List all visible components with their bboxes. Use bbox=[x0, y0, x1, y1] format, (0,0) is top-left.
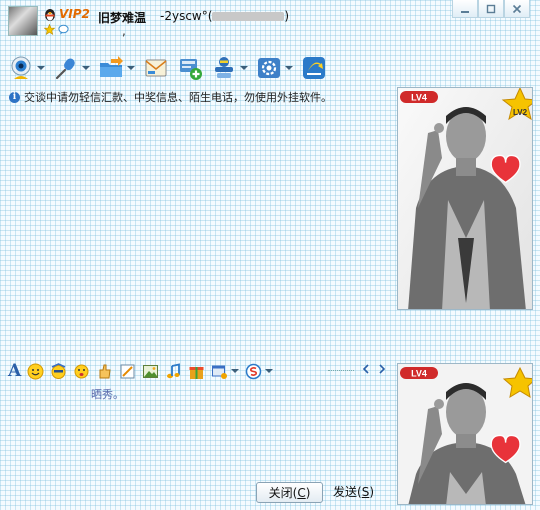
voice-call-button[interactable] bbox=[53, 55, 90, 81]
microphone-icon bbox=[55, 58, 75, 80]
minimize-icon bbox=[461, 10, 469, 13]
contact-avatar[interactable] bbox=[8, 6, 38, 36]
font-icon: A bbox=[8, 361, 22, 381]
add-icon bbox=[180, 59, 202, 80]
image-icon bbox=[143, 364, 159, 378]
app-center-dropdown[interactable] bbox=[240, 66, 248, 70]
video-call-button[interactable] bbox=[8, 55, 45, 81]
window-controls bbox=[452, 0, 530, 18]
security-notice-text: 交谈中请勿轻信汇款、中奖信息、陌生电话，勿使用外挂软件。 bbox=[24, 91, 332, 104]
contact-account: -2yscw°() bbox=[160, 9, 289, 23]
shake-face-icon bbox=[74, 364, 89, 378]
send-email-button[interactable] bbox=[143, 55, 169, 81]
send-file-button[interactable] bbox=[98, 55, 135, 81]
status-icons bbox=[43, 23, 69, 35]
security-notice: i 交谈中请勿轻信汇款、中奖信息、陌生电话，勿使用外挂软件。 bbox=[9, 89, 332, 105]
close-icon bbox=[512, 4, 522, 13]
bottom-left-level: LV4 bbox=[411, 369, 427, 379]
more-apps-dropdown[interactable] bbox=[231, 369, 240, 373]
gift-button[interactable] bbox=[188, 363, 205, 380]
send-shortcut: S bbox=[361, 485, 370, 499]
remote-assist-icon bbox=[303, 57, 325, 79]
search-dropdown[interactable] bbox=[265, 369, 274, 373]
more-apps-button[interactable] bbox=[211, 363, 240, 380]
music-note-icon bbox=[167, 362, 181, 378]
send-image-button[interactable] bbox=[142, 363, 159, 380]
message-input[interactable]: 晒秀。 bbox=[91, 386, 124, 402]
scissors-pen-icon bbox=[120, 364, 135, 378]
maximize-button[interactable] bbox=[478, 0, 504, 18]
folder-icon bbox=[100, 56, 123, 77]
self-show-photo[interactable]: LV4 bbox=[397, 363, 533, 505]
vip-badge: VIP2 bbox=[59, 7, 90, 21]
emoji-button[interactable] bbox=[27, 363, 44, 380]
toolbar-separator bbox=[328, 370, 354, 371]
vibrate-button[interactable] bbox=[73, 363, 90, 380]
minimize-button[interactable] bbox=[452, 0, 478, 18]
star-icon bbox=[43, 23, 56, 35]
sogou-search-icon bbox=[245, 363, 262, 379]
contact-portrait: LV4 LV2 bbox=[398, 88, 532, 309]
info-icon: i bbox=[9, 91, 20, 103]
input-toolbar: A bbox=[8, 360, 279, 382]
qq-penguin-icon bbox=[45, 9, 55, 21]
close-window-button[interactable] bbox=[504, 0, 530, 18]
webcam-icon bbox=[11, 56, 31, 79]
chevron-left-icon[interactable] bbox=[362, 362, 370, 376]
music-button[interactable] bbox=[165, 362, 182, 380]
account-suffix: ) bbox=[284, 9, 290, 23]
send-button[interactable]: 发送(S) bbox=[333, 483, 374, 500]
voice-message-button[interactable] bbox=[96, 363, 113, 380]
magic-face-icon bbox=[51, 362, 66, 379]
close-button-label: 关闭 bbox=[268, 486, 293, 500]
settings-button[interactable] bbox=[256, 55, 293, 81]
screenshot-button[interactable] bbox=[119, 363, 136, 380]
main-toolbar bbox=[8, 52, 335, 84]
top-left-level: LV4 bbox=[411, 93, 427, 103]
close-button[interactable]: 关闭(C) bbox=[256, 482, 323, 503]
app-center-button[interactable] bbox=[211, 55, 248, 81]
window-apps-icon bbox=[212, 365, 228, 379]
chevron-right-icon[interactable] bbox=[378, 362, 386, 376]
contact-signature: , bbox=[122, 24, 126, 38]
gear-icon bbox=[258, 58, 280, 78]
toolbar-scroll bbox=[362, 362, 386, 376]
maximize-icon bbox=[486, 4, 496, 13]
video-call-dropdown[interactable] bbox=[37, 66, 45, 70]
magic-emoji-button[interactable] bbox=[50, 362, 67, 380]
apps-icon bbox=[215, 57, 233, 78]
chat-bubble-icon[interactable] bbox=[58, 24, 69, 35]
message-history[interactable] bbox=[0, 104, 392, 354]
contact-show-photo[interactable]: LV4 LV2 bbox=[397, 87, 533, 310]
search-button[interactable] bbox=[245, 363, 274, 380]
settings-dropdown[interactable] bbox=[285, 66, 293, 70]
send-button-label: 发送 bbox=[333, 485, 358, 499]
remote-assist-button[interactable] bbox=[301, 55, 327, 81]
account-prefix: -2yscw°( bbox=[160, 9, 213, 23]
gift-icon bbox=[189, 366, 204, 379]
close-shortcut: C bbox=[297, 485, 306, 500]
email-icon bbox=[145, 59, 167, 77]
send-file-dropdown[interactable] bbox=[127, 66, 135, 70]
self-portrait: LV4 bbox=[398, 364, 532, 504]
font-button[interactable]: A bbox=[8, 361, 21, 381]
account-redaction bbox=[212, 12, 285, 21]
hand-icon bbox=[99, 364, 111, 378]
smiley-icon bbox=[27, 363, 44, 379]
create-group-button[interactable] bbox=[177, 55, 203, 81]
voice-call-dropdown[interactable] bbox=[82, 66, 90, 70]
top-right-level: LV2 bbox=[513, 108, 528, 117]
